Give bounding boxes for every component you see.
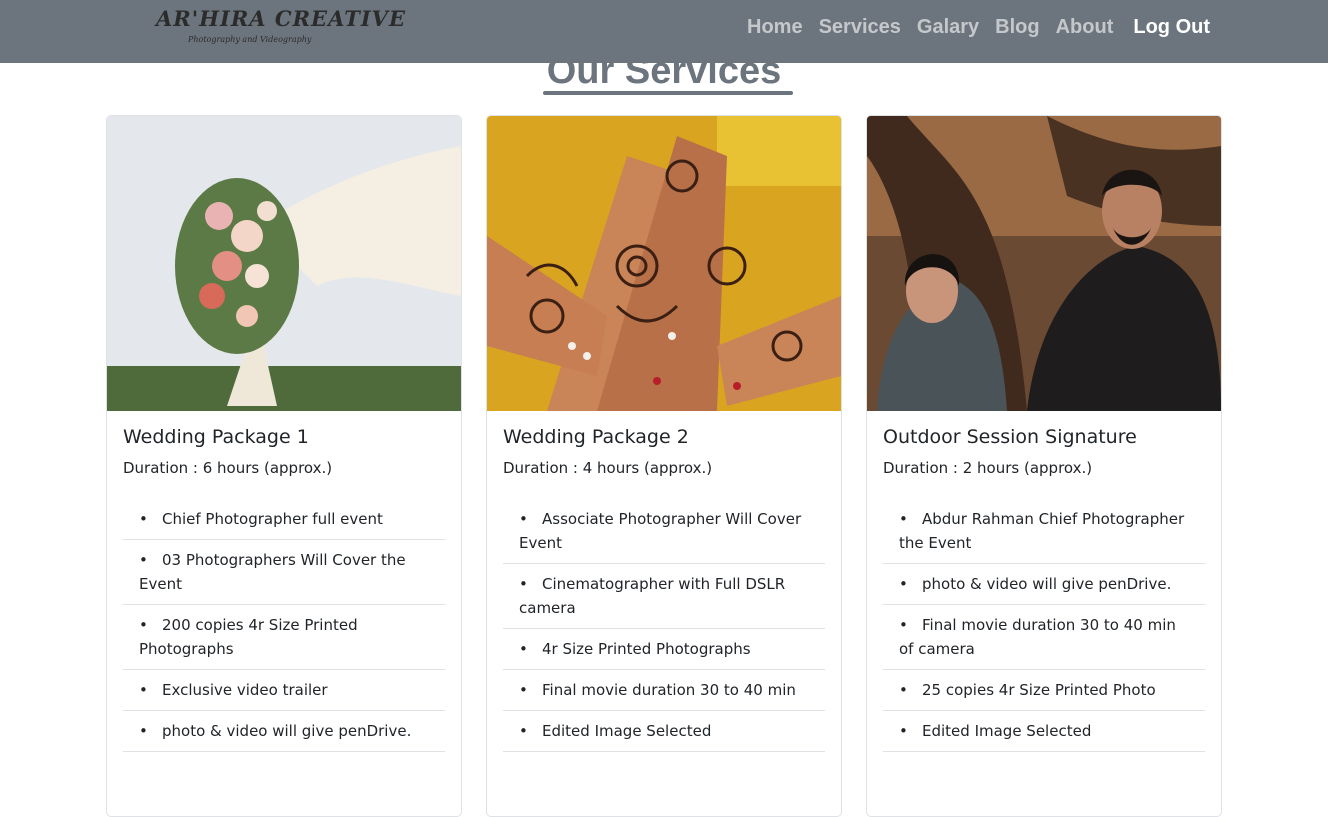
- bullet-icon: •: [899, 575, 908, 593]
- service-card: Wedding Package 2 Duration : 4 hours (ap…: [486, 115, 842, 817]
- feature-list: • Chief Photographer full event • 03 Photo…: [123, 503, 445, 752]
- nav-logout[interactable]: Log Out: [1133, 16, 1210, 39]
- title-underline: [543, 91, 793, 95]
- mehndi-hands-image: [487, 116, 841, 411]
- bullet-icon: •: [519, 575, 528, 593]
- brand-name: AR'HIRA CREATIVE: [156, 6, 406, 31]
- bullet-icon: •: [519, 640, 528, 658]
- card-title: Wedding Package 1: [123, 426, 309, 448]
- list-item: • Final movie duration 30 to 40 min of ca…: [883, 605, 1205, 670]
- card-title: Wedding Package 2: [503, 426, 689, 448]
- list-item: • Exclusive video trailer: [123, 670, 445, 711]
- nav-galary[interactable]: Galary: [917, 16, 979, 39]
- nav-about[interactable]: About: [1056, 16, 1114, 39]
- bullet-icon: •: [899, 722, 908, 740]
- list-item: • Edited Image Selected: [503, 711, 825, 752]
- brand-logo[interactable]: AR'HIRA CREATIVE Photography and Videogr…: [150, 6, 405, 52]
- bullet-icon: •: [899, 681, 908, 699]
- list-item: • Chief Photographer full event: [123, 503, 445, 540]
- bullet-icon: •: [139, 551, 148, 569]
- list-item: • Associate Photographer Will Cover Event: [503, 503, 825, 564]
- card-duration: Duration : 6 hours (approx.): [123, 459, 333, 477]
- feature-list: • Abdur Rahman Chief Photographer the Eve…: [883, 503, 1205, 752]
- list-item: • 03 Photographers Will Cover the Event: [123, 540, 445, 605]
- list-item: • 4r Size Printed Photographs: [503, 629, 825, 670]
- couple-outdoor-image: [867, 116, 1221, 411]
- nav-links: Home Services Galary Blog About Log Out: [747, 0, 1210, 55]
- card-duration: Duration : 4 hours (approx.): [503, 459, 713, 477]
- bullet-icon: •: [139, 616, 148, 634]
- brand-tagline: Photography and Videography: [188, 35, 312, 44]
- bullet-icon: •: [139, 510, 148, 528]
- bullet-icon: •: [519, 510, 528, 528]
- card-title: Outdoor Session Signature: [883, 426, 1137, 448]
- bullet-icon: •: [139, 722, 148, 740]
- service-card: Wedding Package 1 Duration : 6 hours (ap…: [106, 115, 462, 817]
- service-card: Outdoor Session Signature Duration : 2 h…: [866, 115, 1222, 817]
- list-item: • photo & video will give penDrive.: [123, 711, 445, 752]
- bullet-icon: •: [519, 681, 528, 699]
- list-item: • 200 copies 4r Size Printed Photographs: [123, 605, 445, 670]
- list-item: • 25 copies 4r Size Printed Photo: [883, 670, 1205, 711]
- list-item: • Cinematographer with Full DSLR camera: [503, 564, 825, 629]
- list-item: • photo & video will give penDrive.: [883, 564, 1205, 605]
- bullet-icon: •: [139, 681, 148, 699]
- list-item: • Edited Image Selected: [883, 711, 1205, 752]
- navbar: AR'HIRA CREATIVE Photography and Videogr…: [0, 0, 1328, 63]
- nav-blog[interactable]: Blog: [995, 16, 1039, 39]
- bullet-icon: •: [899, 510, 908, 528]
- feature-list: • Associate Photographer Will Cover Event…: [503, 503, 825, 752]
- bouquet-image: [107, 116, 461, 411]
- bullet-icon: •: [899, 616, 908, 634]
- nav-home[interactable]: Home: [747, 16, 803, 39]
- card-duration: Duration : 2 hours (approx.): [883, 459, 1093, 477]
- nav-services[interactable]: Services: [819, 16, 901, 39]
- list-item: • Final movie duration 30 to 40 min: [503, 670, 825, 711]
- list-item: • Abdur Rahman Chief Photographer the Eve…: [883, 503, 1205, 564]
- bullet-icon: •: [519, 722, 528, 740]
